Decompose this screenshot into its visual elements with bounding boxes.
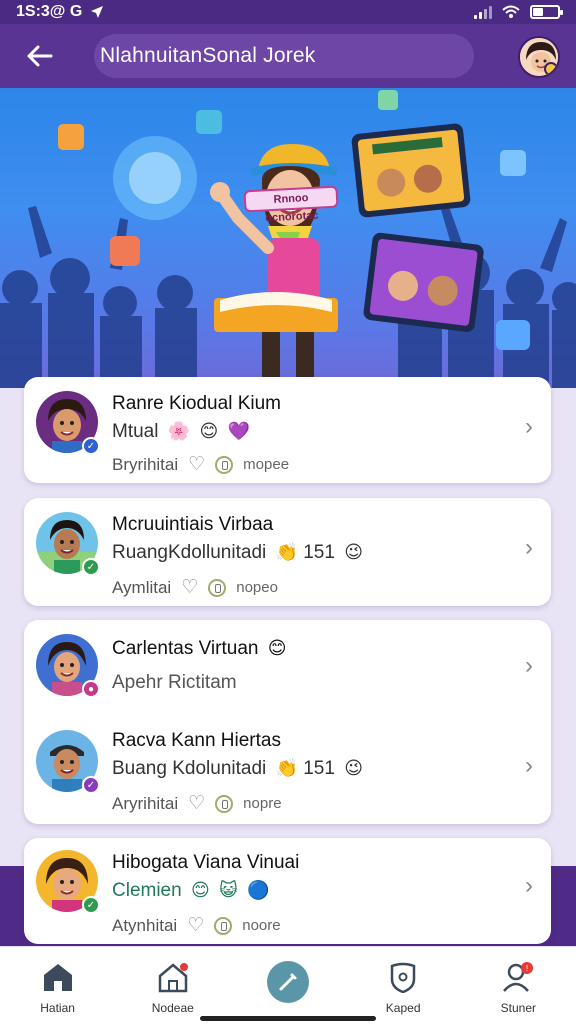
item-meta: Atynhitai ♡ noore	[112, 914, 281, 937]
nav-label: Nodeae	[151, 1001, 194, 1015]
nav-item-kaped[interactable]: Kaped	[353, 961, 453, 1015]
item-subtitle: Clemien 😊 😺 🔵	[112, 880, 270, 901]
signal-icon	[474, 5, 492, 19]
wink-emoji-icon: 😉	[344, 542, 363, 562]
status-badge: ✓	[82, 437, 100, 455]
clap-emoji-icon: 👏	[275, 758, 298, 778]
reaction-icon[interactable]	[214, 916, 233, 935]
back-button[interactable]	[14, 31, 64, 81]
back-arrow-icon	[27, 45, 53, 67]
compose-icon	[279, 973, 297, 991]
list-item[interactable]: ✓ Hibogata Viana Vinuai Clemien 😊 😺 🔵 At…	[24, 838, 551, 942]
purple-heart-icon: 💜	[227, 421, 250, 441]
avatar: ✓	[36, 850, 100, 914]
item-name: Mcruuintiais Virbaa	[112, 514, 274, 535]
hero-banner: Rnnoo ocnorotac	[0, 88, 576, 388]
heart-icon[interactable]: ♡	[187, 914, 204, 937]
status-badge: ●	[82, 680, 100, 698]
bottom-navigation: Hatian Nodeae Kaped ! Stuner	[0, 946, 576, 1024]
item-name: Ranre Kiodual Kium	[112, 393, 281, 414]
heart-icon[interactable]: ♡	[181, 576, 198, 599]
reaction-icon[interactable]	[215, 794, 234, 813]
profile-icon: !	[503, 962, 534, 992]
list-card: ✓ Ranre Kiodual Kium Mtual 🌸 😊 💜 Bryrihi…	[24, 377, 551, 483]
item-meta: Aymlitai ♡ nopeo	[112, 576, 278, 599]
status-bar: 1S:3@ G	[0, 0, 576, 24]
chevron-right-icon[interactable]: ›	[525, 413, 533, 441]
item-subtitle: Apehr Rictitam	[112, 672, 237, 693]
list-card: ● Carlentas Virtuan 😊 Apehr Rictitam › ✓	[24, 620, 551, 824]
top-app-bar: NlahnuitanSonal Jorek	[0, 24, 576, 88]
avatar: ●	[36, 634, 100, 698]
home-indicator	[200, 1016, 376, 1021]
reaction-icon[interactable]	[208, 578, 227, 597]
nav-item-profile[interactable]: ! Stuner	[468, 961, 568, 1015]
nav-item-notifications[interactable]: Nodeae	[123, 961, 223, 1015]
item-name: Racva Kann Hiertas	[112, 730, 281, 751]
svg-text:!: !	[526, 964, 528, 973]
item-name: Carlentas Virtuan 😊	[112, 638, 287, 659]
list-item[interactable]: ✓ Racva Kann Hiertas Buang Kdolunitadi 👏…	[24, 720, 551, 824]
shield-icon	[390, 962, 416, 993]
profile-avatar[interactable]	[518, 36, 560, 78]
chevron-right-icon[interactable]: ›	[525, 534, 533, 562]
status-badge: ✓	[82, 776, 100, 794]
chevron-right-icon[interactable]: ›	[525, 652, 533, 680]
list-item[interactable]: ✓ Ranre Kiodual Kium Mtual 🌸 😊 💜 Bryrihi…	[24, 377, 551, 481]
list-item[interactable]: ● Carlentas Virtuan 😊 Apehr Rictitam ›	[24, 620, 551, 724]
location-arrow-icon	[91, 6, 104, 18]
nav-label: Hatian	[40, 1001, 75, 1015]
compose-button[interactable]	[266, 961, 309, 1003]
nav-label: Kaped	[385, 1001, 421, 1015]
smile-emoji-icon: 😊	[199, 421, 219, 441]
smile-emoji-icon: 😊	[190, 880, 210, 900]
heart-icon[interactable]: ♡	[188, 453, 205, 476]
status-time: 1S:3@ G	[16, 3, 83, 20]
chevron-right-icon[interactable]: ›	[525, 872, 533, 900]
heart-icon[interactable]: ♡	[188, 792, 205, 815]
item-subtitle: Buang Kdolunitadi 👏 151 😉	[112, 758, 363, 779]
wink-emoji-icon: 😉	[344, 758, 363, 778]
item-subtitle: RuangKdollunitadi 👏 151 😉	[112, 542, 363, 563]
pink-cat-icon: 😺	[219, 880, 238, 900]
flower-emoji-icon: 🌸	[167, 421, 191, 441]
avatar: ✓	[36, 512, 100, 576]
smile-emoji-icon: 😊	[267, 638, 287, 658]
nav-label: Stuner	[500, 1001, 537, 1015]
wifi-icon	[502, 5, 520, 18]
list-card: ✓ Hibogata Viana Vinuai Clemien 😊 😺 🔵 At…	[24, 838, 551, 944]
status-badge: ✓	[82, 896, 100, 914]
nav-item-compose[interactable]	[238, 961, 338, 1003]
clap-emoji-icon: 👏	[275, 542, 298, 562]
status-badge: ✓	[82, 558, 100, 576]
item-name: Hibogata Viana Vinuai	[112, 852, 300, 873]
page-title: NlahnuitanSonal Jorek	[94, 34, 474, 78]
list-item[interactable]: ✓ Mcruuintiais Virbaa RuangKdollunitadi …	[24, 498, 551, 602]
item-meta: Bryrihitai ♡ mopee	[112, 453, 290, 476]
nav-item-home[interactable]: Hatian	[8, 961, 108, 1015]
item-subtitle: Mtual 🌸 😊 💜	[112, 421, 250, 442]
chevron-right-icon[interactable]: ›	[525, 752, 533, 780]
item-meta: Aryrihitai ♡ nopre	[112, 792, 282, 815]
banner-illustration	[0, 90, 576, 388]
list-card: ✓ Mcruuintiais Virbaa RuangKdollunitadi …	[24, 498, 551, 606]
blue-face-icon: 🔵	[247, 880, 270, 900]
avatar: ✓	[36, 730, 100, 794]
home-notification-icon	[158, 963, 188, 993]
avatar: ✓	[36, 391, 100, 455]
battery-icon	[530, 5, 563, 19]
avatar-badge	[544, 62, 558, 76]
home-filled-icon	[43, 964, 72, 991]
reaction-icon[interactable]	[215, 455, 234, 474]
